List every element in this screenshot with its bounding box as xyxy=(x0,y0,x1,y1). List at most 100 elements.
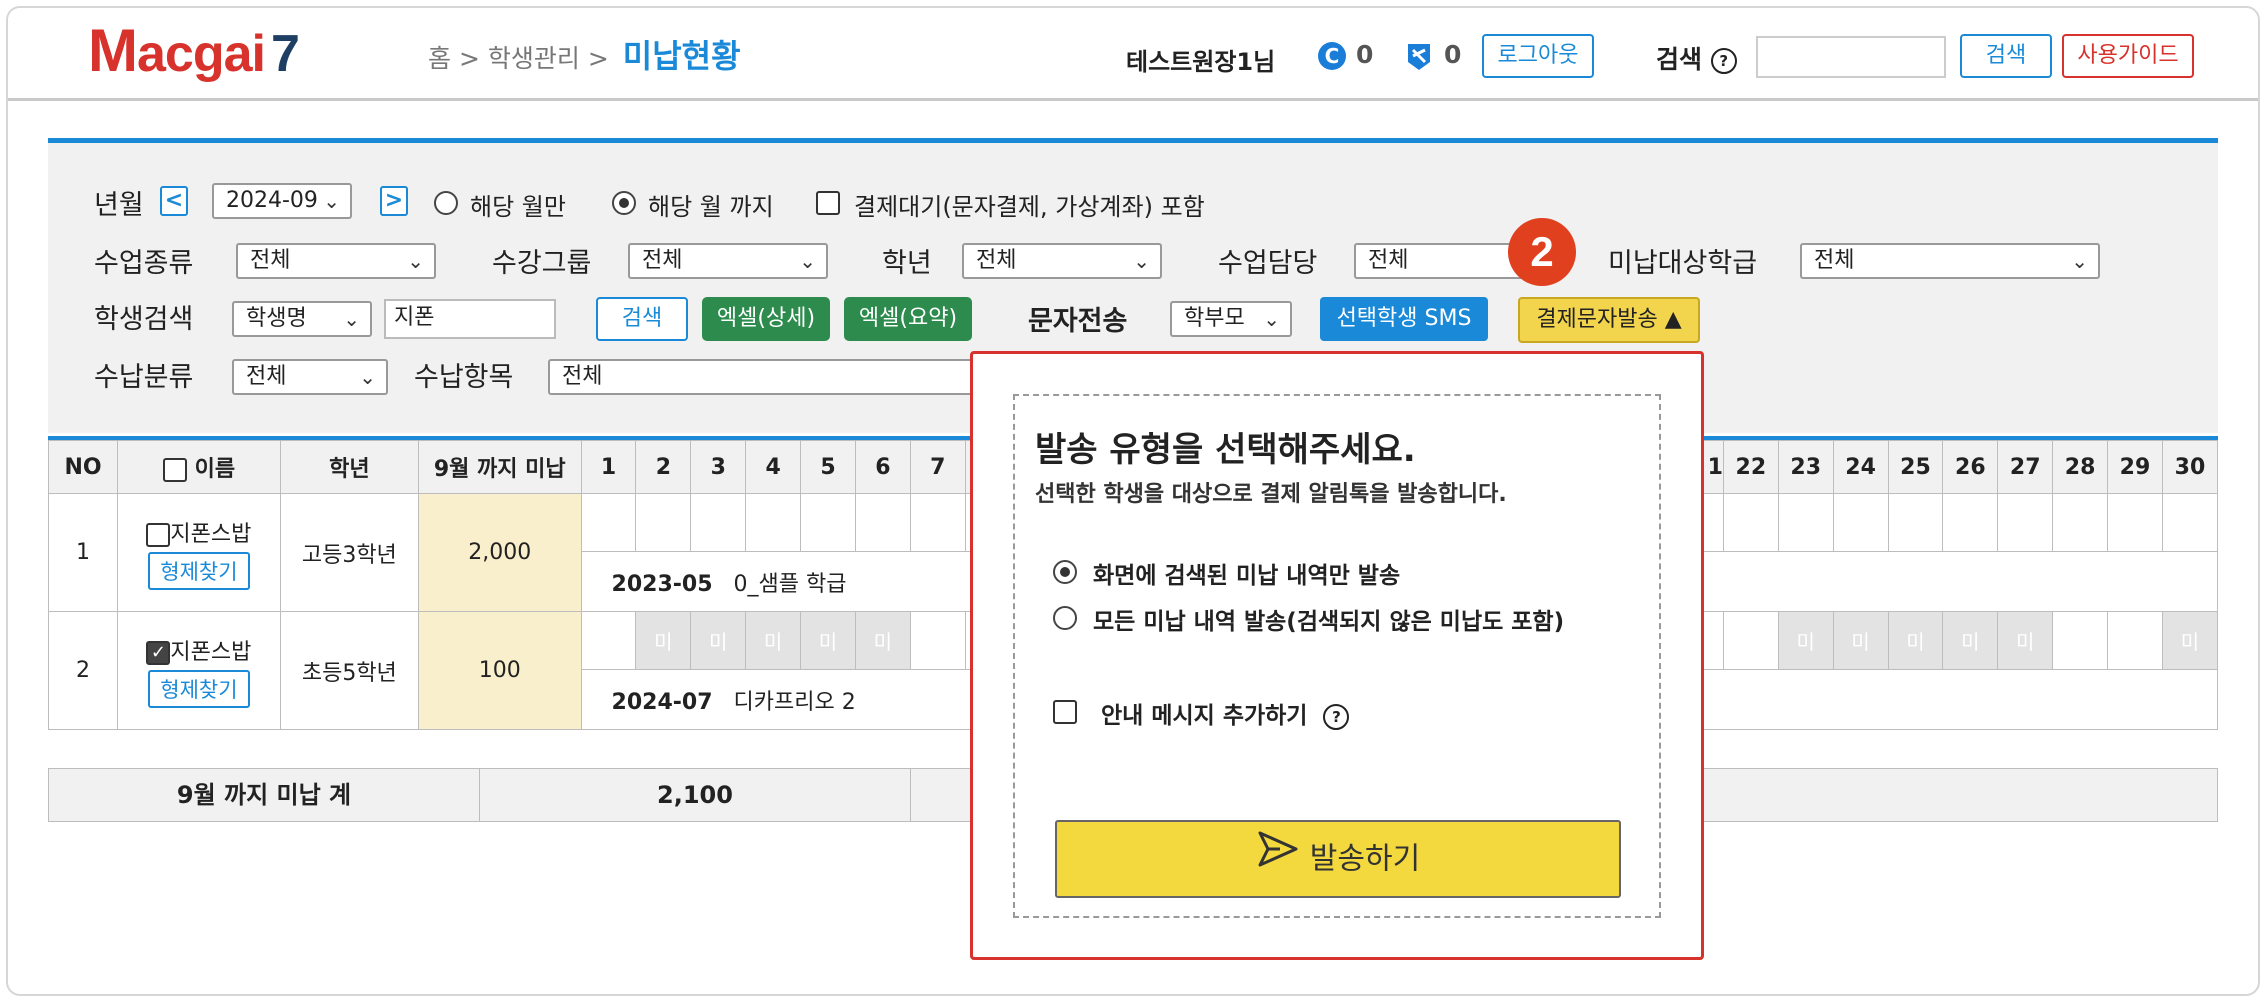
col-day: 3 xyxy=(690,440,747,494)
help-icon[interactable]: ? xyxy=(1323,703,1350,730)
excel-summary-button[interactable]: 엑셀(요약) xyxy=(844,297,972,341)
day-cell xyxy=(854,493,911,552)
unpaid-day-cell: 미 xyxy=(1832,611,1889,670)
top-header: Macgai 7 홈 > 학생관리 > 미납현황 테스트원장1님 C 0 0 로그… xyxy=(8,8,2258,101)
target-fee-select[interactable]: 전체 ⌄ xyxy=(1800,243,2100,279)
unpaid-day-cell: 미 xyxy=(2161,611,2219,670)
chevron-down-icon: ⌄ xyxy=(323,189,340,213)
send-filtered-radio[interactable] xyxy=(1053,560,1077,584)
unpaid-month: 2024-07 xyxy=(611,689,713,715)
col-day: 30 xyxy=(2161,440,2219,494)
breadcrumb-separator: > xyxy=(458,44,480,73)
select-all-checkbox[interactable] xyxy=(162,458,187,482)
header-search-label-text: 검색 xyxy=(1656,45,1703,74)
grade-select[interactable]: 전체 ⌄ xyxy=(962,243,1162,279)
unpaid-month: 2023-05 xyxy=(611,571,713,597)
month-select[interactable]: 2024-09 ⌄ xyxy=(212,183,352,219)
row-unpaid: 2,000 xyxy=(417,493,582,612)
row-grade: 고등3학년 xyxy=(279,493,419,612)
chevron-down-icon: ⌄ xyxy=(1133,249,1150,273)
pending-payment-checkbox[interactable] xyxy=(816,191,840,215)
unpaid-day-cell: 미 xyxy=(635,611,692,670)
student-name: 지폰스밥 xyxy=(170,521,252,547)
chevron-down-icon: ⌄ xyxy=(1263,307,1280,331)
payment-category-value: 전체 xyxy=(246,364,287,389)
help-icon[interactable]: ? xyxy=(1710,48,1737,74)
popup-subtitle: 선택한 학생을 대상으로 결제 알림톡을 발송합니다. xyxy=(1035,482,1507,507)
col-day: 25 xyxy=(1887,440,1944,494)
breadcrumb-home[interactable]: 홈 xyxy=(428,44,451,73)
excel-detail-button[interactable]: 엑셀(상세) xyxy=(702,297,830,341)
header-search-input[interactable] xyxy=(1756,36,1946,78)
selected-student-sms-button[interactable]: 선택학생 SMS xyxy=(1320,297,1488,341)
next-month-button[interactable]: > xyxy=(380,186,408,216)
student-search-field-select[interactable]: 학생명 ⌄ xyxy=(232,301,372,337)
payment-item-select[interactable]: 전체 xyxy=(548,359,988,395)
day-cell xyxy=(2107,493,2163,552)
chevron-down-icon: ⌄ xyxy=(359,365,376,389)
day-cell xyxy=(2052,611,2109,670)
until-month-radio[interactable] xyxy=(612,191,636,215)
chevron-down-icon: ⌄ xyxy=(799,249,816,273)
send-button[interactable]: 발송하기 xyxy=(1055,820,1621,898)
class-type-select[interactable]: 전체 ⌄ xyxy=(236,243,436,279)
send-filtered-label: 화면에 검색된 미납 내역만 발송 xyxy=(1093,563,1401,589)
col-day: 28 xyxy=(2052,440,2109,494)
day-cell xyxy=(580,493,637,552)
chevron-down-icon: ⌄ xyxy=(407,249,424,273)
filter-search-button[interactable]: 검색 xyxy=(596,297,688,341)
col-unpaid: 9월 까지 미납 xyxy=(417,440,582,494)
payment-category-select[interactable]: 전체 ⌄ xyxy=(232,359,388,395)
pending-payment-label: 결제대기(문자결제, 가상계좌) 포함 xyxy=(854,193,1205,221)
send-icon xyxy=(1256,823,1300,897)
day-cell xyxy=(909,611,966,670)
student-search-input[interactable]: 지폰 xyxy=(384,299,556,339)
day-cell xyxy=(1997,493,2054,552)
prev-month-button[interactable]: < xyxy=(160,186,188,216)
logo-m: M xyxy=(88,17,138,84)
sms-target-select[interactable]: 학부모 ⌄ xyxy=(1170,301,1292,337)
col-day: 2 xyxy=(635,440,692,494)
breadcrumb-section[interactable]: 학생관리 xyxy=(488,44,580,73)
find-sibling-button[interactable]: 형제찾기 xyxy=(148,551,250,590)
only-month-label: 해당 월만 xyxy=(470,193,566,221)
logout-button[interactable]: 로그아웃 xyxy=(1482,34,1594,78)
row-no: 2 xyxy=(47,611,119,730)
group-select[interactable]: 전체 ⌄ xyxy=(628,243,828,279)
logo[interactable]: Macgai 7 xyxy=(88,16,300,89)
header-search-button[interactable]: 검색 xyxy=(1960,34,2052,78)
teacher-value: 전체 xyxy=(1368,248,1409,273)
col-day: 26 xyxy=(1942,440,1999,494)
day-cell xyxy=(690,493,747,552)
until-month-label: 해당 월 까지 xyxy=(648,193,774,221)
col-day: 5 xyxy=(800,440,856,494)
student-search-field-value: 학생명 xyxy=(246,306,307,331)
col-day: 1 xyxy=(1707,454,1723,480)
send-all-label: 모든 미납 내역 발송(검색되지 않은 미납도 포함) xyxy=(1093,609,1565,635)
sms-target-value: 학부모 xyxy=(1184,306,1245,331)
student-name: 지폰스밥 xyxy=(170,639,252,665)
col-day: 24 xyxy=(1832,440,1889,494)
grade-value: 전체 xyxy=(976,248,1017,273)
unpaid-item: 디카프리오 2 xyxy=(733,689,856,715)
user-guide-button[interactable]: 사용가이드 xyxy=(2062,34,2194,78)
row-checkbox[interactable] xyxy=(146,522,171,547)
day-cell xyxy=(745,493,802,552)
send-all-radio[interactable] xyxy=(1053,606,1077,630)
row-checkbox-checked[interactable]: ✓ xyxy=(146,640,171,665)
payment-sms-button[interactable]: 결제문자발송 ▲ xyxy=(1518,297,1700,343)
find-sibling-button[interactable]: 형제찾기 xyxy=(148,669,250,708)
student-search-label: 학생검색 xyxy=(94,304,194,335)
add-message-checkbox[interactable] xyxy=(1053,700,1077,724)
popup-content: 발송 유형을 선택해주세요. 선택한 학생을 대상으로 결제 알림톡을 발송합니… xyxy=(1013,394,1661,918)
only-month-radio[interactable] xyxy=(434,191,458,215)
sms-label: 문자전송 xyxy=(1028,306,1128,337)
payment-item-label: 수납항목 xyxy=(414,362,514,393)
step-badge: 2 xyxy=(1508,218,1576,286)
col-day: 7 xyxy=(909,440,966,494)
class-type-label: 수업종류 xyxy=(94,248,194,279)
teacher-label: 수업담당 xyxy=(1218,248,1318,279)
unpaid-day-cell: 미 xyxy=(800,611,856,670)
header-search-label: 검색 ? xyxy=(1656,40,1737,76)
col-day: 1 xyxy=(580,440,637,494)
